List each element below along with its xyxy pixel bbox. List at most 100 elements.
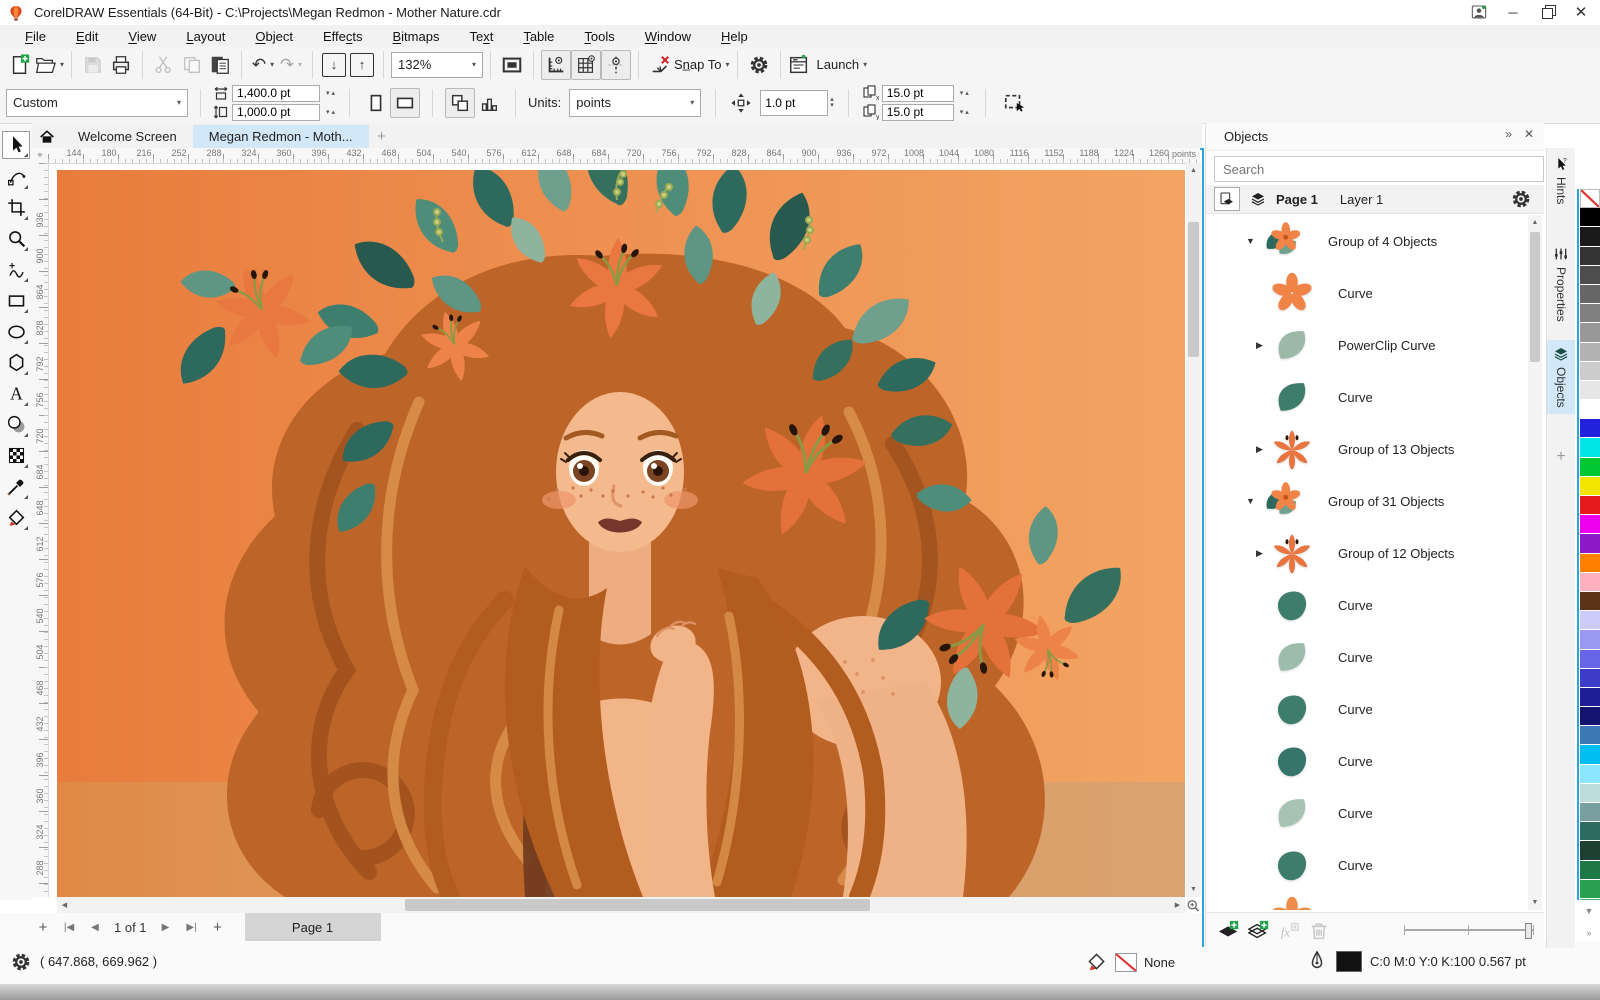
color-swatch-periwinkle[interactable] (1580, 630, 1600, 649)
crop-tool[interactable] (3, 195, 29, 221)
color-swatch-pale-lavender[interactable] (1580, 611, 1600, 630)
launch-button[interactable]: Launch▾ (788, 51, 868, 79)
drop-shadow-tool[interactable] (3, 412, 29, 438)
effects-fx-button[interactable]: fx (1274, 917, 1304, 945)
tab-document[interactable]: Megan Redmon - Moth... (193, 125, 369, 148)
menu-effects[interactable]: Effects (308, 29, 378, 44)
first-page-icon[interactable]: |◀ (56, 915, 82, 939)
object-row[interactable]: ▶PowerClip Curve (1206, 319, 1524, 371)
page-label[interactable]: Page 1 (1276, 192, 1318, 207)
menu-view[interactable]: View (113, 29, 171, 44)
open-button[interactable]: ▾ (34, 51, 64, 79)
snap-disable-button[interactable] (646, 51, 674, 79)
layer-header-row[interactable]: Page 1 Layer 1 (1206, 185, 1544, 214)
menu-help[interactable]: Help (706, 29, 763, 44)
cut-button[interactable] (150, 51, 178, 79)
expander-icon[interactable]: ▶ (1256, 340, 1272, 351)
color-swatch-red[interactable] (1580, 496, 1600, 515)
status-gear-icon[interactable] (10, 951, 32, 973)
color-swatch-pink[interactable] (1580, 573, 1600, 592)
show-guidelines-toggle[interactable] (601, 50, 631, 80)
interactive-fill-tool[interactable] (3, 505, 29, 531)
menu-edit[interactable]: Edit (61, 29, 113, 44)
page-tab[interactable]: Page 1 (245, 913, 381, 941)
color-swatch-20-black[interactable] (1580, 362, 1600, 381)
object-row[interactable] (1206, 891, 1524, 910)
color-swatch-brown[interactable] (1580, 592, 1600, 611)
color-swatch-80-black[interactable] (1580, 247, 1600, 266)
page-width-spinner[interactable]: ▾▴ (326, 89, 337, 97)
object-row[interactable]: ▶Group of 12 Objects (1206, 527, 1524, 579)
tab-welcome-screen[interactable]: Welcome Screen (62, 125, 193, 148)
zoom-dropdown-caret[interactable]: ▾ (472, 60, 476, 69)
scroll-down-icon[interactable]: ▼ (1186, 882, 1201, 897)
color-swatch-orange[interactable] (1580, 554, 1600, 573)
nudge-offset-input[interactable] (760, 90, 828, 116)
color-swatch-pale-aqua[interactable] (1580, 784, 1600, 803)
object-row[interactable]: ▼Group of 31 Objects (1206, 475, 1524, 527)
menu-text[interactable]: Text (454, 29, 508, 44)
docker-scroll-up-icon[interactable]: ▲ (1528, 215, 1542, 230)
freehand-tool[interactable] (3, 257, 29, 283)
expander-icon[interactable]: ▼ (1246, 236, 1262, 246)
color-swatch-blue-violet[interactable] (1580, 650, 1600, 669)
color-swatch-light-cyan[interactable] (1580, 765, 1600, 784)
treat-as-filled-toggle[interactable] (1000, 89, 1028, 117)
color-swatch-royal-blue[interactable] (1580, 669, 1600, 688)
object-row[interactable]: ▶Group of 13 Objects (1206, 423, 1524, 475)
tab-objects[interactable]: Objects (1547, 340, 1575, 414)
color-swatch-deep-forest[interactable] (1580, 841, 1600, 860)
docker-collapse-icon[interactable]: » (1505, 127, 1512, 141)
object-row[interactable]: Curve (1206, 839, 1524, 891)
menu-bitmaps[interactable]: Bitmaps (377, 29, 454, 44)
open-dropdown-caret[interactable]: ▾ (60, 60, 64, 69)
horizontal-ruler[interactable]: points1441802162522883243603964324685045… (48, 148, 1200, 164)
expander-icon[interactable]: ▼ (1246, 496, 1262, 506)
color-swatch-dark-navy[interactable] (1580, 707, 1600, 726)
vertical-scroll-thumb[interactable] (1188, 222, 1199, 357)
color-swatch-90-black[interactable] (1580, 227, 1600, 246)
minimize-button[interactable]: ─ (1496, 0, 1530, 24)
docker-close-icon[interactable]: ✕ (1524, 127, 1534, 141)
pick-tool[interactable] (2, 131, 30, 159)
horizontal-scroll-thumb[interactable] (405, 899, 870, 911)
color-swatch-10-black[interactable] (1580, 381, 1600, 400)
menu-table[interactable]: Table (508, 29, 569, 44)
scroll-left-icon[interactable]: ◀ (57, 897, 72, 913)
tab-properties[interactable]: Properties (1547, 240, 1575, 328)
drawing-page[interactable] (57, 170, 1185, 897)
ellipse-tool[interactable] (3, 319, 29, 345)
color-swatch-sea-green[interactable] (1580, 899, 1600, 900)
layer-manager-view-icon[interactable] (1214, 187, 1240, 211)
scroll-right-icon[interactable]: ▶ (1170, 897, 1185, 913)
color-swatch-sky-blue[interactable] (1580, 745, 1600, 764)
save-button[interactable] (79, 51, 107, 79)
palette-expand-icon[interactable]: » (1579, 924, 1599, 942)
color-swatch-steel-blue[interactable] (1580, 726, 1600, 745)
menu-object[interactable]: Object (240, 29, 308, 44)
rectangle-tool[interactable] (3, 288, 29, 314)
add-page-after-icon[interactable]: + (205, 915, 231, 939)
color-swatch-magenta[interactable] (1580, 515, 1600, 534)
shape-tool[interactable] (3, 164, 29, 190)
eyedropper-tool[interactable] (3, 474, 29, 500)
outline-color-swatch[interactable] (1336, 951, 1362, 972)
print-button[interactable] (107, 51, 135, 79)
close-button[interactable]: ✕ (1564, 0, 1598, 24)
expander-icon[interactable]: ▶ (1256, 548, 1272, 559)
fill-none-swatch[interactable] (1115, 953, 1137, 972)
color-swatch-green[interactable] (1580, 458, 1600, 477)
snap-to-caret[interactable]: ▾ (725, 60, 729, 69)
color-swatch-none[interactable] (1580, 189, 1600, 208)
user-account-icon[interactable] (1462, 0, 1496, 24)
menu-tools[interactable]: Tools (569, 29, 629, 44)
object-row[interactable]: Curve (1206, 267, 1524, 319)
copy-button[interactable] (178, 51, 206, 79)
color-swatch-forest-green[interactable] (1580, 861, 1600, 880)
launch-caret[interactable]: ▾ (863, 60, 867, 69)
duplicate-x-spinner[interactable]: ▾▴ (960, 89, 971, 97)
nudge-spinner[interactable]: ▴▾ (830, 97, 834, 109)
undo-button[interactable]: ↶▾ (249, 51, 277, 79)
color-swatch-navy-blue[interactable] (1580, 688, 1600, 707)
text-tool[interactable] (3, 381, 29, 407)
